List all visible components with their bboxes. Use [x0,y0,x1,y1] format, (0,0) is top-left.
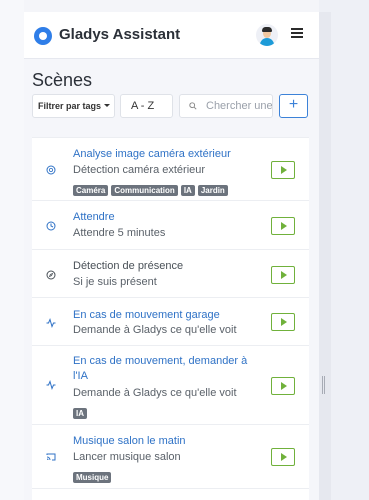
brand-title[interactable]: Gladys Assistant [59,26,180,43]
camera-lens-icon [46,165,56,175]
tag-badge: IA [73,408,87,419]
scene-list: Analyse image caméra extérieur Détection… [32,137,309,500]
gladys-logo-icon[interactable] [34,27,52,45]
play-scene-button[interactable] [271,161,295,179]
play-scene-button[interactable] [271,448,295,466]
left-sidebar-edge [0,0,24,500]
scene-name[interactable]: Analyse image caméra extérieur [73,147,253,162]
scene-name[interactable]: Musique salon le matin [73,434,253,449]
scene-row[interactable]: Analyse image caméra extérieur Détection… [32,137,309,200]
top-navbar: Gladys Assistant [24,12,319,59]
scene-description: Si je suis présent [73,276,157,288]
tag-badge: Caméra [73,185,109,196]
tag-badge: IA [180,185,195,196]
scene-row[interactable]: Détection de présence Si je suis présent [32,249,309,297]
play-scene-button[interactable] [271,313,295,331]
play-scene-button[interactable] [271,266,295,284]
app-container: Gladys Assistant Scènes Filtrer par tags… [24,12,319,500]
scene-description: Demande à Gladys ce qu'elle voit [73,324,237,336]
scene-name[interactable]: Attendre [73,210,253,225]
scene-description: Demande à Gladys ce qu'elle voit [73,387,237,399]
panel-divider [319,12,331,500]
tag-filter-label: Filtrer par tags [38,101,102,111]
scene-row[interactable] [32,488,309,500]
scene-row[interactable]: Musique salon le matin Lancer musique sa… [32,424,309,488]
activity-icon [46,318,56,328]
tag-filter-dropdown[interactable]: Filtrer par tags [32,94,115,118]
page-title: Scènes [32,70,93,90]
scene-tags: IA [73,403,90,419]
scene-description: Attendre 5 minutes [73,227,166,239]
scene-row[interactable]: Attendre Attendre 5 minutes [32,200,309,249]
user-avatar-icon[interactable] [256,24,278,46]
avatar-body [260,38,274,46]
compass-icon [46,270,56,280]
scene-tags: Musique [73,467,114,483]
hamburger-menu-icon[interactable] [291,28,303,39]
scene-name[interactable]: En cas de mouvement, demander à l'IA [73,354,248,384]
scene-description: Détection caméra extérieur [73,164,206,176]
scene-row[interactable]: En cas de mouvement garage Demande à Gla… [32,297,309,345]
chevron-down-icon [104,104,110,107]
tag-badge: Musique [73,472,112,483]
cast-icon [46,453,56,461]
resize-handle[interactable] [322,376,325,394]
sort-select[interactable]: A - Z [120,94,173,118]
add-scene-button[interactable]: + [279,94,308,118]
search-icon [189,102,197,110]
tag-badge: Communication [111,185,178,196]
search-box [179,94,273,118]
scene-row[interactable]: En cas de mouvement, demander à l'IA Dem… [32,345,309,424]
avatar-hair [262,27,272,32]
search-input[interactable] [206,98,272,114]
scene-tags: Caméra Communication IA Jardin [73,180,231,196]
scene-name[interactable]: En cas de mouvement garage [73,308,253,323]
play-scene-button[interactable] [271,217,295,235]
tag-badge: Jardin [197,185,228,196]
scene-description: Lancer musique salon [73,451,181,463]
play-scene-button[interactable] [271,377,295,395]
scene-name[interactable]: Détection de présence [73,259,253,274]
clock-icon [46,221,56,231]
activity-icon [46,380,56,390]
